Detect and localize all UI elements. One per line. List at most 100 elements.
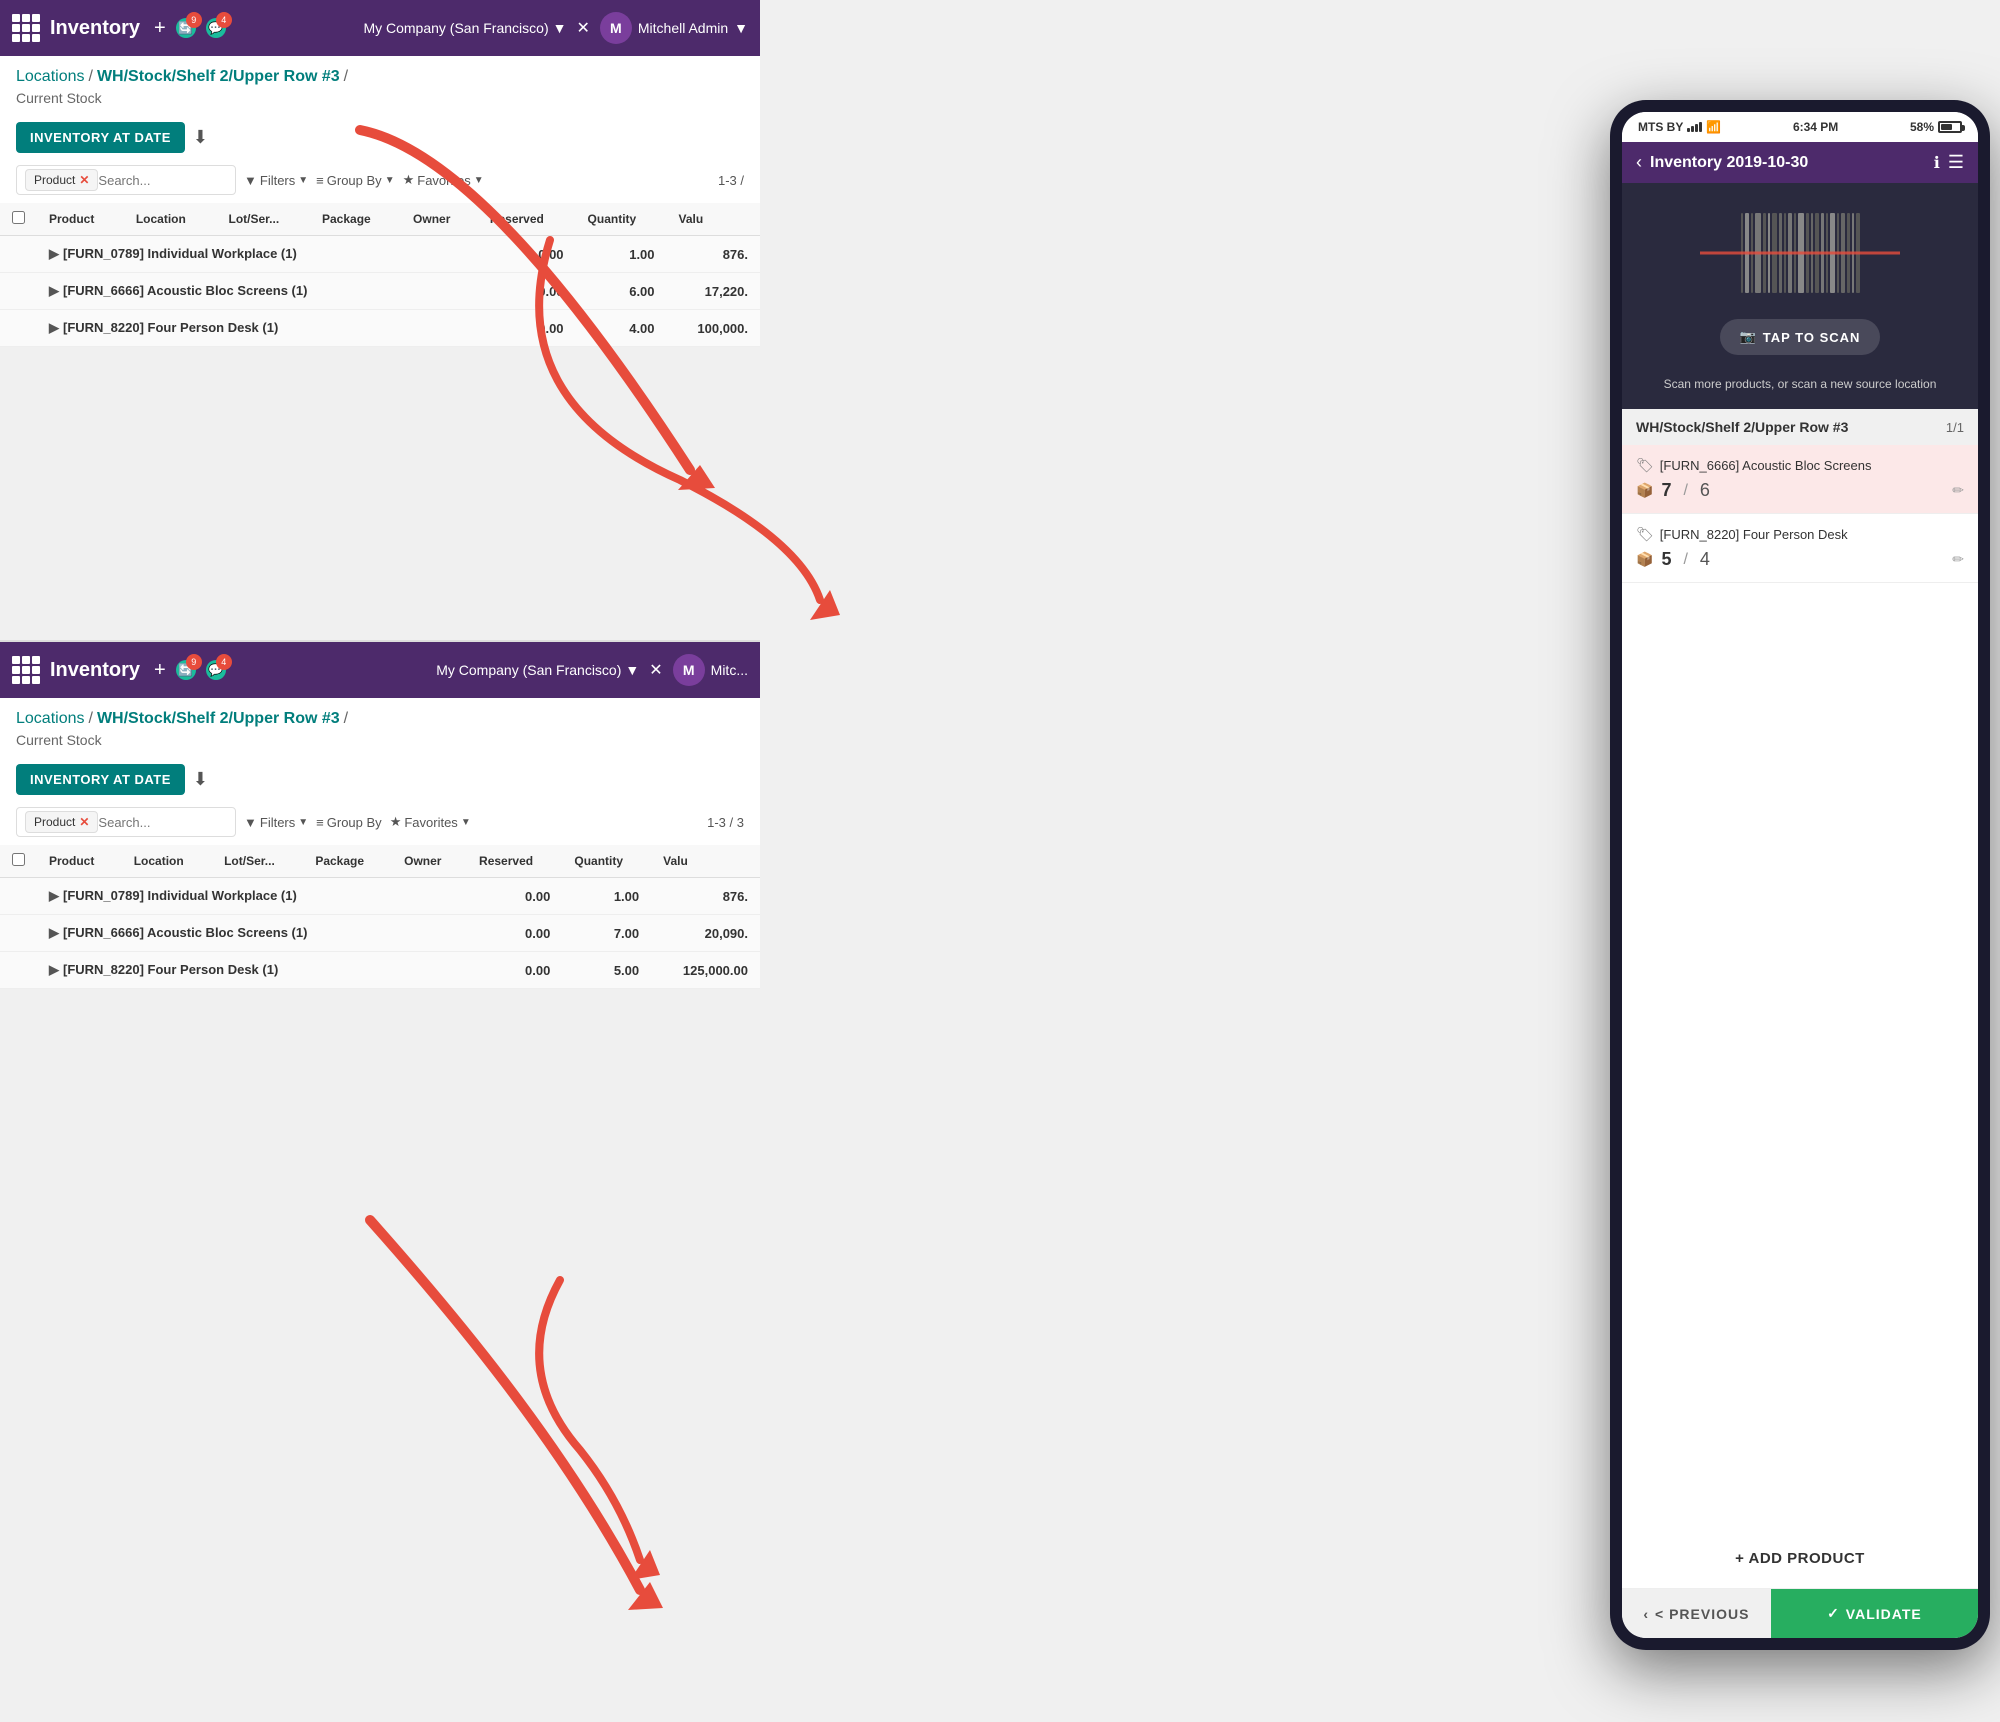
bottom-user-menu[interactable]: M Mitc... — [673, 654, 748, 686]
col-quantity[interactable]: Quantity — [576, 203, 667, 236]
battery-icon — [1938, 121, 1962, 133]
top-desktop-panel: Inventory + 🔄 9 💬 4 My Company (San Fran… — [0, 0, 760, 347]
clock: 6:34 PM — [1793, 120, 1838, 134]
table-header-row: Product Location Lot/Ser... Package Owne… — [0, 203, 760, 236]
phone-container: MTS BY 📶 6:34 PM 58% ‹ Inventory 2019 — [1610, 100, 1990, 1650]
bottom-select-all-checkbox[interactable] — [12, 853, 25, 866]
table-row[interactable]: ▶[FURN_8220] Four Person Desk (1) 0.00 4… — [0, 310, 760, 347]
favorites-button[interactable]: ★ Favorites ▼ — [403, 172, 484, 188]
hamburger-icon[interactable]: ☰ — [1948, 152, 1964, 173]
breadcrumb-locations[interactable]: Locations — [16, 68, 85, 86]
user-name: Mitchell Admin — [638, 20, 728, 36]
bottom-company-selector[interactable]: My Company (San Francisco) ▼ — [436, 662, 639, 678]
col-package[interactable]: Package — [310, 203, 401, 236]
bottom-table-row[interactable]: ▶[FURN_8220] Four Person Desk (1) 0.00 5… — [0, 952, 760, 989]
barcode-visual — [1700, 203, 1900, 303]
col-reserved[interactable]: Reserved — [478, 203, 576, 236]
notification-badge-wrap[interactable]: 🔄 9 — [176, 18, 196, 38]
col-product[interactable]: Product — [37, 203, 124, 236]
bottom-breadcrumb-path[interactable]: WH/Stock/Shelf 2/Upper Row #3 — [97, 710, 340, 728]
info-icon[interactable]: ℹ — [1934, 153, 1940, 173]
close-icon[interactable]: ✕ — [576, 18, 589, 38]
scan-hint-area: Scan more products, or scan a new source… — [1622, 375, 1978, 409]
search-input[interactable] — [98, 173, 218, 188]
bottom-add-icon[interactable]: + — [154, 659, 166, 682]
product-row-highlighted[interactable]: 🏷 [FURN_6666] Acoustic Bloc Screens 📦 7 … — [1622, 445, 1978, 514]
bottom-col-package[interactable]: Package — [303, 845, 392, 878]
breadcrumb-path[interactable]: WH/Stock/Shelf 2/Upper Row #3 — [97, 68, 340, 86]
bottom-search-input[interactable] — [98, 815, 218, 830]
inventory-at-date-button[interactable]: INVENTORY AT DATE — [16, 122, 185, 153]
carrier-text: MTS BY — [1638, 120, 1683, 134]
chevron-left-icon: ‹ — [1643, 1606, 1649, 1622]
phone-status-bar: MTS BY 📶 6:34 PM 58% — [1622, 112, 1978, 142]
user-menu[interactable]: M Mitchell Admin ▼ — [600, 12, 748, 44]
remove-filter-icon[interactable]: ✕ — [79, 173, 89, 187]
product-row-2[interactable]: 🏷 [FURN_8220] Four Person Desk 📦 5 / 4 ✏ — [1622, 514, 1978, 583]
bottom-desktop-panel: Inventory + 🔄 9 💬 4 My Company (San Fran… — [0, 640, 760, 989]
scan-hint-text: Scan more products, or scan a new source… — [1664, 377, 1937, 391]
previous-button[interactable]: ‹ < PREVIOUS — [1622, 1589, 1771, 1638]
bottom-avatar: M — [673, 654, 705, 686]
back-icon[interactable]: ‹ — [1636, 152, 1642, 173]
col-lot[interactable]: Lot/Ser... — [216, 203, 310, 236]
camera-icon: 📷 — [1740, 329, 1757, 345]
breadcrumb: Locations / WH/Stock/Shelf 2/Upper Row #… — [0, 56, 760, 90]
groupby-button-top[interactable]: ≡ Group By ▼ — [316, 173, 394, 188]
grid-menu-icon[interactable] — [12, 14, 40, 42]
validate-button[interactable]: ✓ VALIDATE — [1771, 1589, 1978, 1638]
bottom-action-bar: INVENTORY AT DATE ⬇ — [0, 756, 760, 803]
col-checkbox[interactable] — [0, 203, 37, 236]
box-icon-1: 📦 — [1636, 482, 1653, 499]
select-all-checkbox[interactable] — [12, 211, 25, 224]
product-filter-tag[interactable]: Product ✕ — [25, 169, 98, 191]
bottom-app-title: Inventory — [50, 659, 140, 682]
bottom-col-location[interactable]: Location — [122, 845, 212, 878]
page-info-top: 1-3 / — [718, 173, 744, 188]
download-button[interactable]: ⬇ — [193, 127, 208, 148]
bottom-download-button[interactable]: ⬇ — [193, 769, 208, 790]
bottom-col-checkbox[interactable] — [0, 845, 37, 878]
add-icon[interactable]: + — [154, 17, 166, 40]
message-badge-wrap[interactable]: 💬 4 — [206, 18, 226, 38]
edit-icon-1[interactable]: ✏ — [1952, 482, 1964, 499]
bottom-table-row[interactable]: ▶[FURN_6666] Acoustic Bloc Screens (1) 0… — [0, 915, 760, 952]
bottom-inventory-at-date-button[interactable]: INVENTORY AT DATE — [16, 764, 185, 795]
bottom-table-row[interactable]: ▶[FURN_0789] Individual Workplace (1) 0.… — [0, 878, 760, 915]
message-count: 4 — [216, 12, 232, 28]
col-value[interactable]: Valu — [667, 203, 760, 236]
filters-button[interactable]: ▼ Filters ▼ — [244, 173, 308, 188]
filter-bar: Product ✕ ▼ Filters ▼ ≡ Group By ▼ ★ Fav… — [0, 161, 760, 203]
bottom-remove-filter-icon[interactable]: ✕ — [79, 815, 89, 829]
bottom-message-badge-wrap[interactable]: 💬 4 — [206, 660, 226, 680]
company-selector[interactable]: My Company (San Francisco) ▼ — [363, 20, 566, 36]
bottom-groupby-button[interactable]: ≡ Group By — [316, 815, 382, 830]
bottom-filters-button[interactable]: ▼ Filters ▼ — [244, 815, 308, 830]
table-row[interactable]: ▶[FURN_6666] Acoustic Bloc Screens (1) 0… — [0, 273, 760, 310]
bottom-notification-badge-wrap[interactable]: 🔄 9 — [176, 660, 196, 680]
bottom-page-info: 1-3 / 3 — [707, 815, 744, 830]
edit-icon-2[interactable]: ✏ — [1952, 551, 1964, 568]
add-product-button[interactable]: + ADD PRODUCT — [1735, 1550, 1865, 1567]
qty-expected-2: 4 — [1700, 549, 1710, 570]
bottom-close-icon[interactable]: ✕ — [649, 660, 662, 680]
bottom-col-reserved[interactable]: Reserved — [467, 845, 562, 878]
bottom-breadcrumb-locations[interactable]: Locations — [16, 710, 85, 728]
bottom-breadcrumb-sub: Current Stock — [0, 732, 760, 756]
bottom-col-lot[interactable]: Lot/Ser... — [212, 845, 303, 878]
bottom-grid-menu-icon[interactable] — [12, 656, 40, 684]
table-row[interactable]: ▶[FURN_0789] Individual Workplace (1) 0.… — [0, 236, 760, 273]
bottom-favorites-button[interactable]: ★ Favorites ▼ — [390, 814, 471, 830]
star-icon: ★ — [403, 172, 415, 188]
bottom-col-product[interactable]: Product — [37, 845, 122, 878]
search-area: Product ✕ — [16, 165, 236, 195]
col-location[interactable]: Location — [124, 203, 217, 236]
bottom-col-owner[interactable]: Owner — [392, 845, 467, 878]
location-name: WH/Stock/Shelf 2/Upper Row #3 — [1636, 419, 1848, 435]
tap-to-scan-button[interactable]: 📷 TAP TO SCAN — [1720, 319, 1881, 355]
bottom-col-value[interactable]: Valu — [651, 845, 760, 878]
col-owner[interactable]: Owner — [401, 203, 478, 236]
bottom-product-filter-tag[interactable]: Product ✕ — [25, 811, 98, 833]
notification-count: 9 — [186, 12, 202, 28]
bottom-col-quantity[interactable]: Quantity — [562, 845, 651, 878]
